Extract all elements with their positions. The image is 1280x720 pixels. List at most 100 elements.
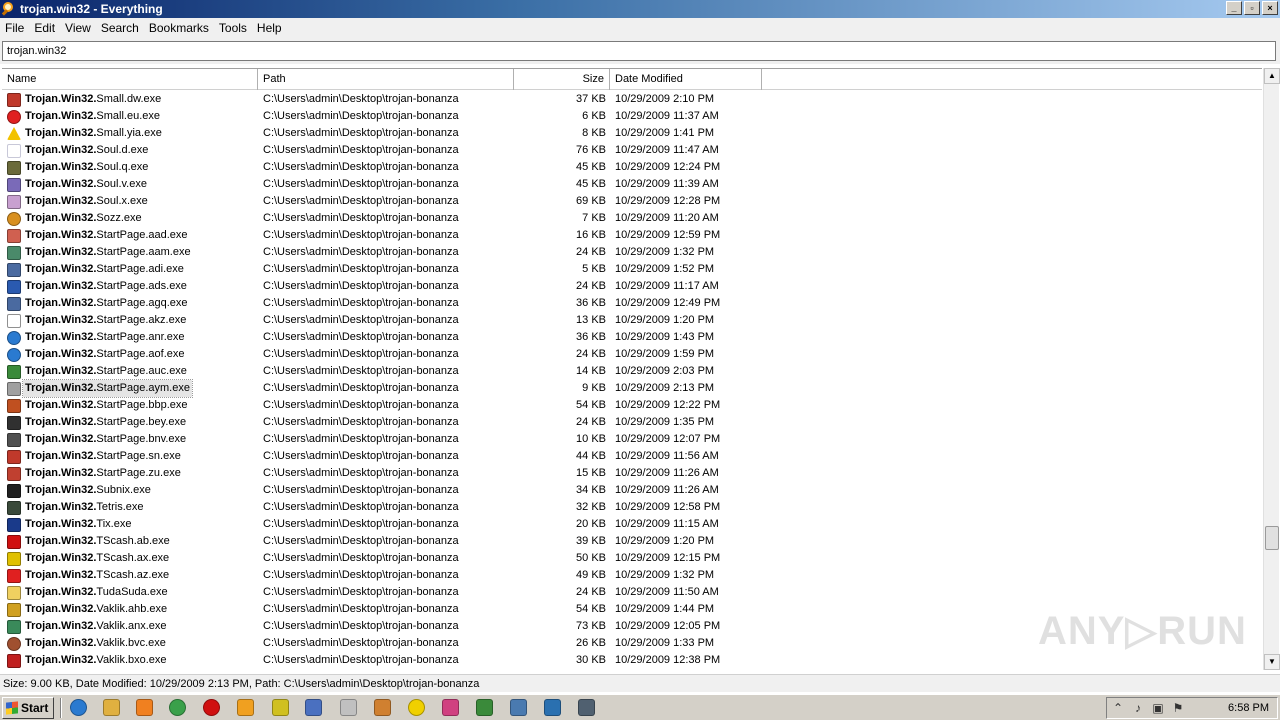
file-size: 10 KB	[576, 433, 606, 445]
clock[interactable]: 6:58 PM	[1228, 698, 1269, 718]
file-row[interactable]: Trojan.Win32.StartPage.zu.exe C:\Users\ad…	[2, 465, 1262, 482]
opera-icon[interactable]	[201, 698, 223, 718]
file-date: 10/29/2009 2:13 PM	[615, 382, 715, 394]
column-header: Name Path Size Date Modified	[2, 68, 1262, 90]
file-row[interactable]: Trojan.Win32.StartPage.aym.exe C:\Users\a…	[2, 379, 1262, 398]
flower-icon[interactable]	[440, 698, 462, 718]
file-row[interactable]: Trojan.Win32.Soul.d.exe C:\Users\admin\De…	[2, 142, 1262, 159]
file-row[interactable]: Trojan.Win32.Tetris.exe C:\Users\admin\De…	[2, 499, 1262, 516]
column-size-header[interactable]: Size	[514, 69, 610, 90]
file-name: Trojan.Win32.Soul.q.exe	[23, 159, 150, 176]
file-name-match: Trojan.Win32.	[25, 501, 97, 513]
file-size: 5 KB	[582, 263, 606, 275]
volume-icon[interactable]: ♪	[1131, 701, 1145, 715]
hand-icon[interactable]	[338, 698, 360, 718]
app-icon[interactable]	[270, 698, 292, 718]
file-size: 24 KB	[576, 280, 606, 292]
ie-icon[interactable]	[68, 698, 90, 718]
menu-file[interactable]: File	[0, 21, 29, 35]
document-icon	[6, 313, 22, 329]
file-row[interactable]: Trojan.Win32.StartPage.sn.exe C:\Users\ad…	[2, 448, 1262, 465]
file-path: C:\Users\admin\Desktop\trojan-bonanza	[263, 569, 459, 581]
file-size: 32 KB	[576, 501, 606, 513]
window-app-icon[interactable]	[508, 698, 530, 718]
tray-expand-icon[interactable]: ⌃	[1111, 701, 1125, 715]
file-row[interactable]: Trojan.Win32.StartPage.agq.exe C:\Users\a…	[2, 295, 1262, 312]
action-center-flag-icon[interactable]: ⚑	[1171, 701, 1185, 715]
file-date: 10/29/2009 1:44 PM	[615, 603, 715, 615]
menu-search[interactable]: Search	[96, 21, 144, 35]
media-player-icon[interactable]	[134, 698, 156, 718]
file-size: 24 KB	[576, 586, 606, 598]
error-icon	[6, 109, 22, 125]
file-row[interactable]: Trojan.Win32.StartPage.bnv.exe C:\Users\a…	[2, 431, 1262, 448]
search-bar	[0, 38, 1280, 64]
file-row[interactable]: Trojan.Win32.Small.dw.exe C:\Users\admin\…	[2, 91, 1262, 108]
scroll-up-button[interactable]: ▲	[1264, 68, 1280, 84]
menu-tools[interactable]: Tools	[214, 21, 252, 35]
file-row[interactable]: Trojan.Win32.StartPage.bbp.exe C:\Users\a…	[2, 397, 1262, 414]
monitor-app-icon[interactable]	[576, 698, 598, 718]
battery-icon[interactable]	[474, 698, 496, 718]
file-row[interactable]: Trojan.Win32.Subnix.exe C:\Users\admin\De…	[2, 482, 1262, 499]
file-name: Trojan.Win32.StartPage.auc.exe	[23, 363, 189, 380]
file-date: 10/29/2009 11:26 AM	[615, 484, 719, 496]
file-row[interactable]: Trojan.Win32.Sozz.exe C:\Users\admin\Desk…	[2, 210, 1262, 227]
column-path-header[interactable]: Path	[258, 69, 514, 90]
file-row[interactable]: Trojan.Win32.StartPage.auc.exe C:\Users\a…	[2, 363, 1262, 380]
chart-app-icon[interactable]	[542, 698, 564, 718]
file-row[interactable]: Trojan.Win32.StartPage.aad.exe C:\Users\a…	[2, 227, 1262, 244]
menu-bookmarks[interactable]: Bookmarks	[144, 21, 214, 35]
file-row[interactable]: Trojan.Win32.Small.yia.exe C:\Users\admin…	[2, 125, 1262, 142]
file-path: C:\Users\admin\Desktop\trojan-bonanza	[263, 331, 459, 343]
menu-help[interactable]: Help	[252, 21, 287, 35]
menu-view[interactable]: View	[60, 21, 96, 35]
file-path: C:\Users\admin\Desktop\trojan-bonanza	[263, 399, 459, 411]
minimize-button[interactable]: _	[1226, 1, 1242, 15]
file-row[interactable]: Trojan.Win32.StartPage.ads.exe C:\Users\a…	[2, 278, 1262, 295]
file-row[interactable]: Trojan.Win32.Small.eu.exe C:\Users\admin\…	[2, 108, 1262, 125]
file-name-rest: StartPage.aam.exe	[96, 246, 191, 258]
column-date-header[interactable]: Date Modified	[610, 69, 762, 90]
file-row[interactable]: Trojan.Win32.TScash.ax.exe C:\Users\admin…	[2, 550, 1262, 567]
vertical-scrollbar[interactable]: ▲ ▼	[1263, 68, 1280, 670]
archive-icon[interactable]	[372, 698, 394, 718]
everything-icon[interactable]	[235, 698, 257, 718]
scroll-down-button[interactable]: ▼	[1264, 654, 1280, 670]
close-button[interactable]: ×	[1262, 1, 1278, 15]
file-name-match: Trojan.Win32.	[25, 263, 97, 275]
face-icon	[6, 636, 22, 652]
blank-purple-icon	[6, 194, 22, 210]
explorer-icon[interactable]	[101, 698, 123, 718]
scroll-thumb[interactable]	[1265, 526, 1279, 550]
file-name-match: Trojan.Win32.	[25, 144, 97, 156]
chrome-icon[interactable]	[167, 698, 189, 718]
menu-edit[interactable]: Edit	[29, 21, 60, 35]
restore-button[interactable]: ▫	[1244, 1, 1260, 15]
file-row[interactable]: Trojan.Win32.StartPage.akz.exe C:\Users\a…	[2, 312, 1262, 329]
file-row[interactable]: Trojan.Win32.StartPage.bey.exe C:\Users\a…	[2, 414, 1262, 431]
file-row[interactable]: Trojan.Win32.Soul.v.exe C:\Users\admin\De…	[2, 176, 1262, 193]
start-button[interactable]: Start	[2, 697, 54, 719]
file-row[interactable]: Trojan.Win32.TudaSuda.exe C:\Users\admin\…	[2, 584, 1262, 601]
network-tray-icon[interactable]: ▣	[1151, 701, 1165, 715]
file-name: Trojan.Win32.StartPage.aof.exe	[23, 346, 186, 363]
search-input[interactable]	[2, 41, 1276, 61]
file-row[interactable]: Trojan.Win32.Soul.x.exe C:\Users\admin\De…	[2, 193, 1262, 210]
file-row[interactable]: Trojan.Win32.StartPage.anr.exe C:\Users\a…	[2, 329, 1262, 346]
file-date: 10/29/2009 12:59 PM	[615, 229, 721, 241]
file-row[interactable]: Trojan.Win32.TScash.ab.exe C:\Users\admin…	[2, 533, 1262, 550]
column-name-header[interactable]: Name	[2, 69, 258, 90]
file-row[interactable]: Trojan.Win32.Soul.q.exe C:\Users\admin\De…	[2, 159, 1262, 176]
file-name-match: Trojan.Win32.	[25, 127, 97, 139]
file-row[interactable]: Trojan.Win32.StartPage.adi.exe C:\Users\a…	[2, 261, 1262, 278]
file-row[interactable]: Trojan.Win32.StartPage.aof.exe C:\Users\a…	[2, 346, 1262, 363]
file-name-match: Trojan.Win32.	[25, 93, 97, 105]
radiation-icon[interactable]	[406, 698, 428, 718]
network-icon[interactable]	[303, 698, 325, 718]
file-name-rest: Small.dw.exe	[96, 93, 162, 105]
file-size: 24 KB	[576, 348, 606, 360]
file-row[interactable]: Trojan.Win32.TScash.az.exe C:\Users\admin…	[2, 567, 1262, 584]
file-row[interactable]: Trojan.Win32.StartPage.aam.exe C:\Users\a…	[2, 244, 1262, 261]
file-row[interactable]: Trojan.Win32.Tix.exe C:\Users\admin\Deskt…	[2, 516, 1262, 533]
